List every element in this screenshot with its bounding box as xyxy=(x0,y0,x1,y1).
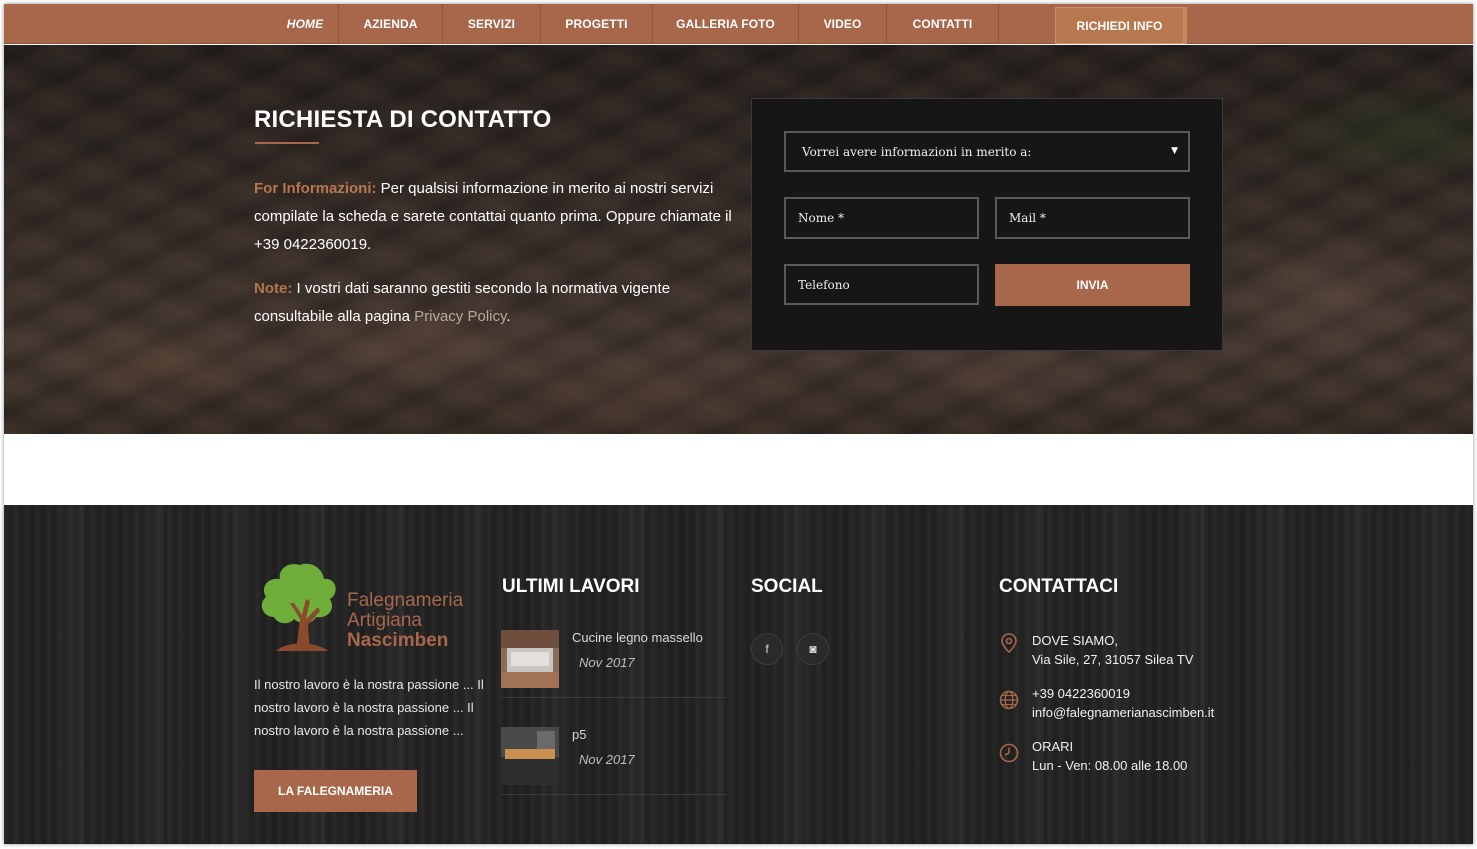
hours: Lun - Ven: 08.00 alle 18.00 xyxy=(1032,758,1188,773)
mail-field[interactable]: Mail * xyxy=(995,197,1190,239)
work-item[interactable]: p5 Nov 2017 xyxy=(501,727,727,795)
chevron-down-icon: ▼ xyxy=(1171,146,1178,156)
nav-home[interactable]: HOME xyxy=(272,4,339,44)
phone-placeholder: Telefono xyxy=(798,277,850,292)
works-heading: ULTIMI LAVORI xyxy=(502,576,640,597)
where-label: DOVE SIAMO, xyxy=(1032,633,1118,648)
main-nav: HOME AZIENDA SERVIZI PROGETTI GALLERIA F… xyxy=(4,4,1473,44)
location-pin-icon xyxy=(1001,633,1017,653)
hours-text: ORARI Lun - Ven: 08.00 alle 18.00 xyxy=(1032,737,1187,775)
topic-select[interactable]: Vorrei avere informazioni in merito a: ▼ xyxy=(784,131,1190,172)
work-thumbnail xyxy=(501,727,559,785)
nav-azienda[interactable]: AZIENDA xyxy=(339,4,443,44)
phone-field[interactable]: Telefono xyxy=(784,264,979,305)
globe-icon xyxy=(999,690,1019,710)
about-text: Il nostro lavoro è la nostra passione ..… xyxy=(254,677,484,738)
contact-hero: RICHIESTA DI CONTATTO For Informazioni: … xyxy=(4,45,1473,434)
email-link[interactable]: info@falegnamerianascimben.it xyxy=(1032,703,1214,722)
privacy-policy-link[interactable]: Privacy Policy xyxy=(414,308,506,325)
logo-line-3: Nascimben xyxy=(347,630,449,651)
phone-email-text: +39 0422360019 info@falegnamerianascimbe… xyxy=(1032,684,1214,722)
info-label: For Informazioni: xyxy=(254,180,377,197)
work-item[interactable]: Cucine legno massello Nov 2017 xyxy=(501,630,727,698)
spacer-band xyxy=(4,434,1473,505)
work-date: Nov 2017 xyxy=(579,655,635,670)
contact-note-paragraph: Note: I vostri dati saranno gestiti seco… xyxy=(254,275,734,331)
richiedi-info-button[interactable]: RICHIEDI INFO xyxy=(1055,7,1187,44)
nav-video[interactable]: VIDEO xyxy=(799,4,887,44)
contact-form: Vorrei avere informazioni in merito a: ▼… xyxy=(751,98,1223,351)
mail-placeholder: Mail * xyxy=(1009,211,1046,225)
topic-select-value: Vorrei avere informazioni in merito a: xyxy=(802,144,1032,159)
contact-heading: CONTATTACI xyxy=(999,576,1119,597)
submit-button[interactable]: INVIA xyxy=(995,264,1190,306)
facebook-icon[interactable]: f xyxy=(751,633,783,665)
logo-line-2: Artigiana xyxy=(347,610,422,631)
work-date: Nov 2017 xyxy=(579,752,635,767)
la-falegnameria-button[interactable]: LA FALEGNAMERIA xyxy=(254,770,417,812)
hours-label: ORARI xyxy=(1032,739,1074,754)
clock-icon xyxy=(999,743,1019,763)
name-field[interactable]: Nome * xyxy=(784,197,979,239)
title-underline xyxy=(255,142,319,144)
nav-galleria-foto[interactable]: GALLERIA FOTO xyxy=(653,4,799,44)
nav-contatti[interactable]: CONTATTI xyxy=(887,4,999,44)
nav-servizi[interactable]: SERVIZI xyxy=(443,4,541,44)
logo-line-1: Falegnameria xyxy=(347,590,464,611)
footer: Falegnameria Artigiana Nascimben Il nost… xyxy=(4,505,1473,844)
page-frame: HOME AZIENDA SERVIZI PROGETTI GALLERIA F… xyxy=(4,4,1473,844)
address: Via Sile, 27, 31057 Silea TV xyxy=(1032,652,1194,667)
note-label: Note: xyxy=(254,280,293,297)
note-end: . xyxy=(506,308,511,325)
work-thumbnail xyxy=(501,630,559,688)
phone-link[interactable]: +39 0422360019 xyxy=(1032,684,1214,703)
contact-title: RICHIESTA DI CONTATTO xyxy=(254,106,552,133)
contact-info-paragraph: For Informazioni: Per qualsisi informazi… xyxy=(254,175,734,259)
nav-progetti[interactable]: PROGETTI xyxy=(541,4,653,44)
work-title[interactable]: Cucine legno massello xyxy=(572,630,703,645)
name-placeholder: Nome * xyxy=(798,211,845,225)
instagram-icon[interactable]: ◙ xyxy=(797,633,829,665)
address-text: DOVE SIAMO, Via Sile, 27, 31057 Silea TV xyxy=(1032,631,1193,669)
work-title[interactable]: p5 xyxy=(572,727,586,742)
tree-logo-icon xyxy=(261,563,336,651)
social-heading: SOCIAL xyxy=(751,576,823,597)
logo-text: Falegnameria Artigiana Nascimben xyxy=(347,591,463,651)
